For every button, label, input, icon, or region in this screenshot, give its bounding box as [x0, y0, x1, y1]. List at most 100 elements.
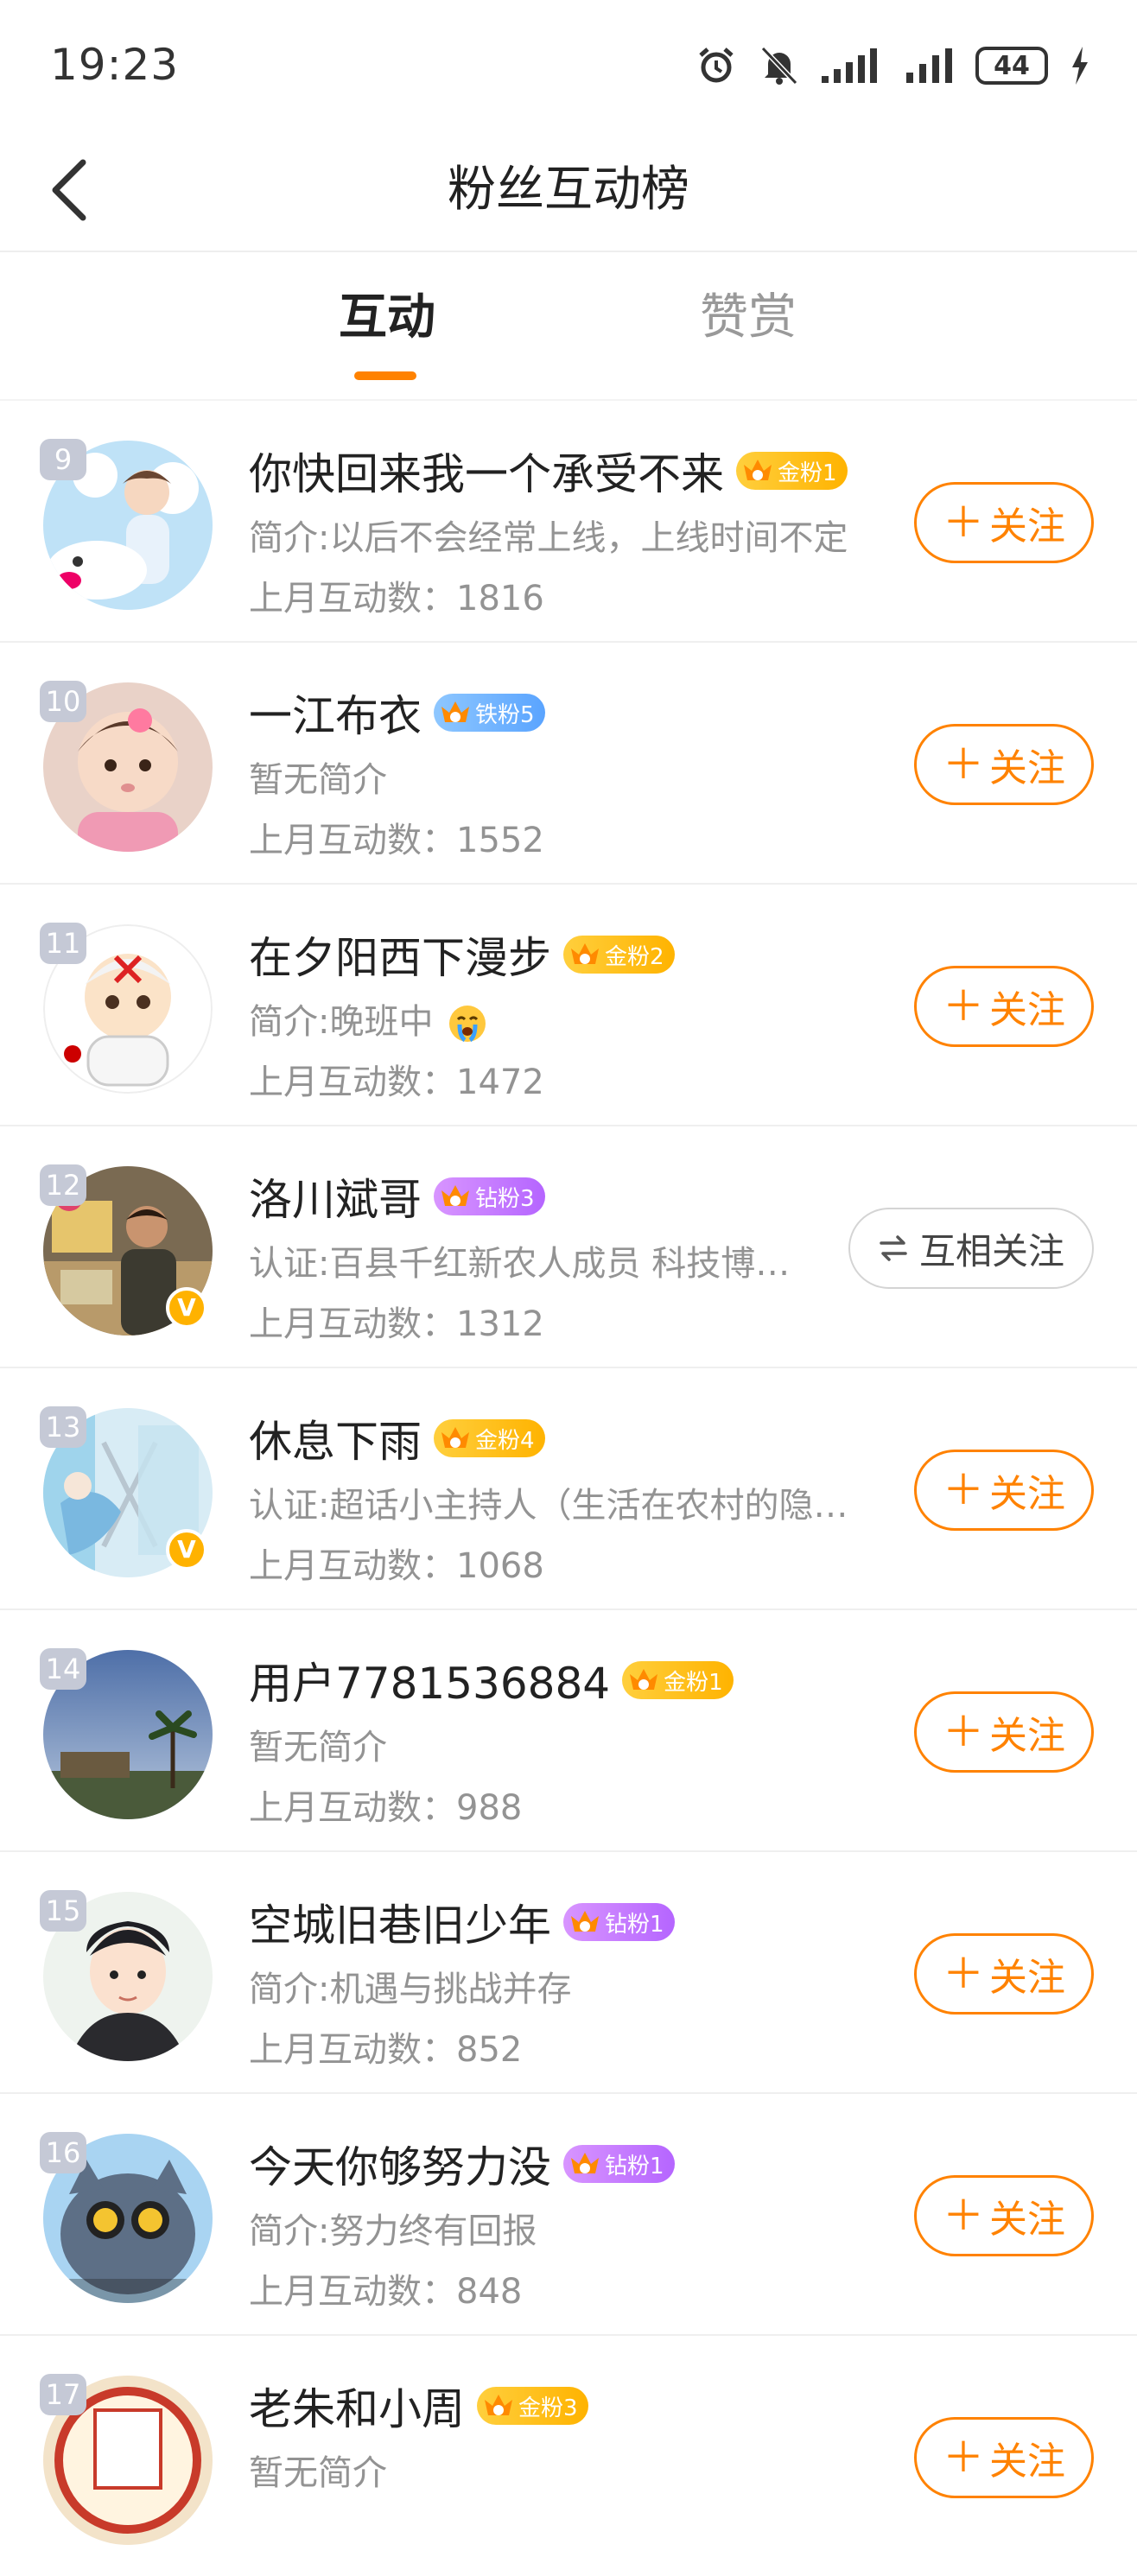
follow-button-label: 关注 — [989, 1714, 1065, 1758]
swap-arrows-icon — [880, 1235, 907, 1261]
monthly-interaction-count: 上月互动数：852 — [249, 2030, 523, 2070]
follow-button-label: 关注 — [989, 2440, 1065, 2484]
mutual-follow-label: 互相关注 — [918, 1229, 1064, 1272]
fan-level-label: 金粉4 — [475, 1427, 535, 1454]
list-item[interactable]: 16 今天你够努力没 钻粉1 简介:努力终有回报 上月互动数：848 ＋ 关注 — [0, 2092, 1137, 2334]
fan-name[interactable]: 空城旧巷旧少年 — [249, 1891, 551, 1953]
follow-button-label: 关注 — [989, 1956, 1065, 2000]
plus-icon: ＋ — [942, 498, 984, 547]
fan-name[interactable]: 休息下雨 — [249, 1407, 422, 1469]
fan-intro: 简介:晚班中 — [249, 993, 487, 1044]
list-item[interactable]: 14 用户7781536884 金粉1 暂无简介 上月互动数：988 ＋ 关注 — [0, 1608, 1137, 1850]
list-item[interactable]: 9 你快回来我一个承受不来 金粉1 简介:以后不会经常上线，上线时间不定 上月互… — [0, 399, 1137, 641]
crown-icon — [441, 1427, 469, 1448]
list-item[interactable]: 12 V 洛川斌哥 钻粉3 认证:百县千红新农人成员 科技博… 上月互动数：13… — [0, 1125, 1137, 1367]
crown-icon — [485, 2395, 512, 2415]
fan-name[interactable]: 老朱和小周 — [249, 2375, 465, 2437]
fan-name[interactable]: 你快回来我一个承受不来 — [249, 440, 724, 502]
header: 粉丝互动榜 — [0, 130, 1137, 252]
crown-icon — [441, 701, 469, 722]
verified-badge-icon: V — [166, 1287, 207, 1329]
monthly-interaction-count: 上月互动数：1552 — [249, 821, 544, 860]
fan-level-label: 钻粉1 — [605, 1911, 664, 1938]
follow-button[interactable]: ＋ 关注 — [914, 2417, 1094, 2498]
crying-face-icon — [449, 1006, 486, 1043]
fan-intro: 简介:机遇与挑战并存 — [249, 1970, 572, 2009]
tab-interaction[interactable]: 互动 — [339, 283, 435, 352]
rank-badge: 9 — [40, 439, 86, 480]
name-line: 老朱和小周 金粉3 — [249, 2376, 588, 2436]
plus-icon: ＋ — [942, 2433, 984, 2482]
fan-level-tag: 铁粉5 — [434, 694, 545, 732]
tab-active-indicator — [354, 371, 416, 380]
plus-icon: ＋ — [942, 1708, 984, 1756]
follow-button[interactable]: ＋ 关注 — [914, 2175, 1094, 2256]
follow-button[interactable]: ＋ 关注 — [914, 1450, 1094, 1531]
rank-badge: 15 — [40, 1890, 86, 1932]
fan-level-tag: 钻粉1 — [563, 1903, 675, 1941]
fan-intro: 简介:努力终有回报 — [249, 2211, 537, 2251]
rank-badge: 14 — [40, 1648, 86, 1690]
fan-level-tag: 金粉1 — [622, 1661, 734, 1699]
fan-intro: 暂无简介 — [249, 760, 387, 800]
follow-button[interactable]: ＋ 关注 — [914, 966, 1094, 1047]
plus-icon: ＋ — [942, 740, 984, 789]
rank-badge: 12 — [40, 1164, 86, 1206]
status-bar: 19:23 44 — [0, 0, 1137, 130]
plus-icon: ＋ — [942, 1950, 984, 1998]
fan-name[interactable]: 洛川斌哥 — [249, 1165, 422, 1228]
name-line: 休息下雨 金粉4 — [249, 1408, 545, 1469]
signal-icon-1 — [822, 48, 877, 83]
charging-icon — [1072, 47, 1088, 85]
mute-bell-icon — [760, 46, 798, 86]
list-item[interactable]: 17 老朱和小周 金粉3 暂无简介 ＋ 关注 — [0, 2334, 1137, 2576]
name-line: 洛川斌哥 钻粉3 — [249, 1166, 545, 1227]
follow-button-label: 关注 — [989, 988, 1065, 1032]
fan-level-label: 钻粉3 — [475, 1185, 535, 1212]
fan-name[interactable]: 在夕阳西下漫步 — [249, 923, 551, 986]
name-line: 用户7781536884 金粉1 — [249, 1650, 734, 1710]
plus-icon: ＋ — [942, 2192, 984, 2240]
monthly-interaction-count: 上月互动数：988 — [249, 1788, 523, 1828]
fan-level-label: 金粉1 — [778, 460, 837, 486]
list-item[interactable]: 11 在夕阳西下漫步 金粉2 简介:晚班中 上月互动数：1472 ＋ 关注 — [0, 883, 1137, 1125]
follow-button-label: 关注 — [989, 1472, 1065, 1516]
monthly-interaction-count: 上月互动数：848 — [249, 2272, 523, 2312]
plus-icon: ＋ — [942, 982, 984, 1031]
fan-level-tag: 金粉4 — [434, 1419, 545, 1457]
fan-name[interactable]: 一江布衣 — [249, 682, 422, 744]
mutual-follow-button[interactable]: 互相关注 — [848, 1208, 1094, 1289]
battery-indicator: 44 — [975, 47, 1048, 85]
fan-name[interactable]: 用户7781536884 — [249, 1649, 610, 1711]
fan-intro: 暂无简介 — [249, 2453, 387, 2493]
list-item[interactable]: 10 一江布衣 铁粉5 暂无简介 上月互动数：1552 ＋ 关注 — [0, 641, 1137, 883]
follow-button-label: 关注 — [989, 746, 1065, 790]
monthly-interaction-count: 上月互动数：1312 — [249, 1304, 544, 1344]
fan-level-tag: 金粉2 — [563, 936, 675, 974]
follow-button-label: 关注 — [989, 504, 1065, 549]
follow-button[interactable]: ＋ 关注 — [914, 1691, 1094, 1773]
rank-badge: 13 — [40, 1406, 86, 1448]
list-item[interactable]: 13 V 休息下雨 金粉4 认证:超话小主持人（生活在农村的隐… 上月互动数：1… — [0, 1367, 1137, 1608]
rank-badge: 17 — [40, 2374, 86, 2415]
crown-icon — [571, 1911, 599, 1932]
crown-icon — [571, 2153, 599, 2173]
follow-button[interactable]: ＋ 关注 — [914, 482, 1094, 563]
fan-intro: 认证:超话小主持人（生活在农村的隐… — [249, 1486, 848, 1526]
fan-level-tag: 金粉3 — [477, 2387, 588, 2425]
crown-icon — [571, 943, 599, 964]
verified-badge-icon: V — [166, 1529, 207, 1570]
monthly-interaction-count: 上月互动数：1472 — [249, 1063, 544, 1102]
plus-icon: ＋ — [942, 1466, 984, 1514]
follow-button[interactable]: ＋ 关注 — [914, 724, 1094, 805]
tab-reward[interactable]: 赞赏 — [700, 283, 797, 352]
fan-level-label: 铁粉5 — [475, 701, 535, 728]
follow-button-label: 关注 — [989, 2198, 1065, 2242]
fan-name[interactable]: 今天你够努力没 — [249, 2133, 551, 2195]
name-line: 一江布衣 铁粉5 — [249, 682, 545, 743]
fan-intro: 暂无简介 — [249, 1728, 387, 1767]
follow-button[interactable]: ＋ 关注 — [914, 1933, 1094, 2014]
list-item[interactable]: 15 空城旧巷旧少年 钻粉1 简介:机遇与挑战并存 上月互动数：852 ＋ 关注 — [0, 1850, 1137, 2092]
page-title: 粉丝互动榜 — [448, 162, 689, 218]
monthly-interaction-count: 上月互动数：1816 — [249, 579, 544, 619]
